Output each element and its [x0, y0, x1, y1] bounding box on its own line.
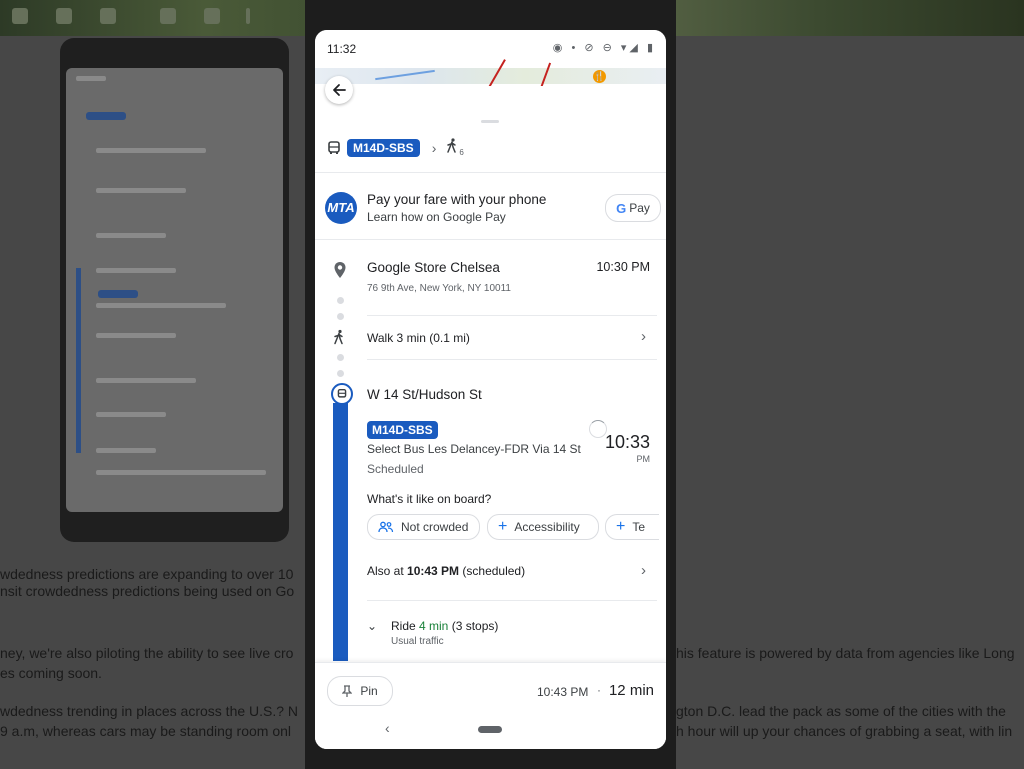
- article-line: his feature is powered by data from agen…: [676, 645, 1015, 661]
- ride-prefix: Ride: [391, 619, 420, 633]
- article-line: gton D.C. lead the pack as some of the c…: [676, 703, 1006, 719]
- chip-more[interactable]: + Te: [605, 514, 659, 540]
- phone-screen: 11:32 ◉ • ⊘ ⊖ ▾◢ ▮ 🍴 M14D-SBS › 6 MTA Pa…: [315, 30, 666, 749]
- transit-line-bar: [333, 403, 348, 661]
- ride-traffic: Usual traffic: [391, 636, 444, 647]
- destination-title: Google Store Chelsea: [367, 260, 500, 275]
- also-prefix: Also at: [367, 564, 408, 578]
- onboard-question: What's it like on board?: [367, 492, 492, 506]
- walk-minutes: 6: [459, 147, 464, 157]
- back-button[interactable]: [325, 76, 353, 104]
- article-line: nsit crowdedness predictions being used …: [0, 583, 295, 599]
- route-summary[interactable]: M14D-SBS › 6: [327, 138, 464, 158]
- mail-icon: [12, 8, 28, 24]
- google-pay-button[interactable]: G Pay: [605, 194, 661, 222]
- pay-title: Pay your fare with your phone: [367, 192, 547, 207]
- pay-subtitle[interactable]: Learn how on Google Pay: [367, 210, 506, 224]
- divider: [315, 172, 666, 173]
- divider: [367, 359, 657, 360]
- route-dot: [337, 354, 344, 361]
- chat-icon: [204, 8, 220, 24]
- ride-duration: 4 min: [419, 619, 449, 633]
- route-dot: [337, 313, 344, 320]
- divider: [367, 315, 657, 316]
- article-line: h hour will up your chances of grabbing …: [676, 723, 1013, 739]
- nav-home-pill[interactable]: [478, 726, 502, 733]
- ride-details[interactable]: Ride 4 min (3 stops): [391, 619, 498, 633]
- bus-icon: [328, 141, 340, 154]
- chevron-down-icon[interactable]: ⌄: [367, 619, 377, 633]
- chip-not-crowded[interactable]: Not crowded: [367, 514, 480, 540]
- chip-label: Te: [632, 520, 646, 534]
- drag-handle[interactable]: [481, 120, 499, 123]
- divider: [315, 239, 666, 240]
- directions-sheet: M14D-SBS › 6 MTA Pay your fare with your…: [315, 86, 666, 749]
- photo-icon: [160, 8, 176, 24]
- status-icons: ◉ • ⊘ ⊖ ▾◢ ▮: [552, 42, 656, 54]
- chevron-right-icon[interactable]: ›: [641, 562, 646, 579]
- status-time: 11:32: [327, 42, 357, 56]
- plus-icon: +: [498, 518, 508, 535]
- destination-address: 76 9th Ave, New York, NY 10011: [367, 283, 511, 294]
- also-suffix: (scheduled): [459, 564, 526, 578]
- plus-icon: +: [616, 518, 626, 535]
- transit-headsign: Select Bus Les Delancey-FDR Via 14 St: [367, 442, 581, 456]
- location-pin-icon: [334, 262, 346, 278]
- pin-label: Pin: [360, 684, 378, 698]
- people-icon: [378, 521, 394, 533]
- bus-stop-icon: [331, 383, 353, 405]
- chevron-right-icon: ›: [431, 140, 437, 156]
- trip-footer: Pin 10:43 PM · 12 min: [315, 662, 666, 713]
- pin-button[interactable]: Pin: [327, 676, 393, 706]
- article-line: 9 a.m, whereas cars may be standing room…: [0, 723, 292, 739]
- trip-duration: 12 min: [608, 682, 654, 699]
- walk-icon: [334, 329, 343, 345]
- separator-dot: ·: [597, 683, 601, 697]
- also-departure[interactable]: Also at 10:43 PM (scheduled): [367, 564, 525, 578]
- route-dot: [337, 370, 344, 377]
- walk-step-label[interactable]: Walk 3 min (0.1 mi): [367, 331, 470, 345]
- clock-icon: [56, 8, 72, 24]
- chevron-right-icon[interactable]: ›: [641, 328, 646, 345]
- more-icon: [246, 8, 250, 24]
- check-icon: [100, 8, 116, 24]
- divider: [367, 600, 657, 601]
- stop-name[interactable]: W 14 St/Hudson St: [367, 387, 482, 402]
- article-line: es coming soon.: [0, 665, 102, 681]
- article-line: wdedness predictions are expanding to ov…: [0, 566, 294, 582]
- arrow-back-icon: [333, 84, 346, 96]
- mta-logo: MTA: [325, 192, 357, 224]
- departure-time: 10:33: [604, 432, 650, 452]
- route-line-badge: M14D-SBS: [347, 139, 420, 157]
- pin-icon: [342, 684, 353, 697]
- chip-accessibility[interactable]: + Accessibility: [487, 514, 599, 540]
- departure-ampm: PM: [636, 454, 651, 464]
- nav-back-icon[interactable]: ‹: [385, 720, 390, 736]
- google-g-icon: G: [616, 200, 627, 216]
- destination-time: 10:30 PM: [596, 260, 650, 274]
- chip-label: Accessibility: [514, 520, 580, 534]
- ride-suffix: (3 stops): [448, 619, 499, 633]
- google-pay-label: Pay: [629, 201, 650, 215]
- transit-line-badge: M14D-SBS: [367, 421, 438, 439]
- status-bar: 11:32 ◉ • ⊘ ⊖ ▾◢ ▮: [315, 30, 666, 70]
- restaurant-icon[interactable]: 🍴: [593, 70, 606, 83]
- also-time: 10:43 PM: [407, 564, 460, 578]
- walk-icon: [446, 138, 458, 158]
- article-line: ney, we're also piloting the ability to …: [0, 645, 294, 661]
- arrival-time: 10:43 PM: [537, 685, 589, 699]
- chip-label: Not crowded: [401, 520, 469, 534]
- background-phone-screen: [66, 68, 283, 512]
- system-nav-bar: ‹: [315, 712, 666, 749]
- article-line: wdedness trending in places across the U…: [0, 703, 299, 719]
- route-dot: [337, 297, 344, 304]
- schedule-status: Scheduled: [367, 462, 424, 476]
